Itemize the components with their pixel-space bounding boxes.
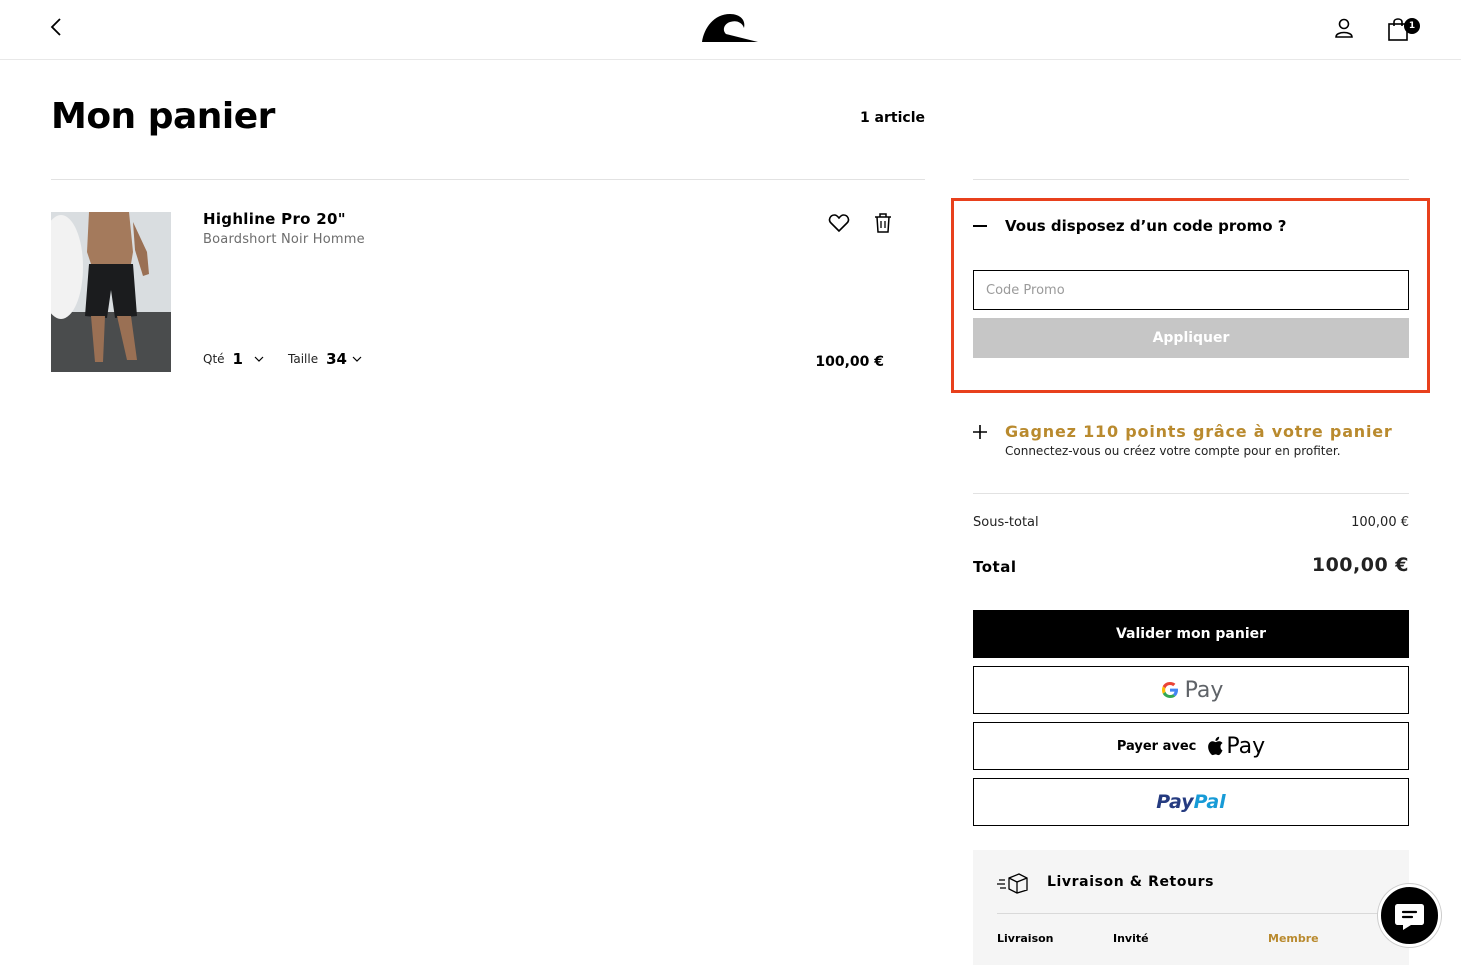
loyalty-subtitle: Connectez-vous ou créez votre compte pou…	[1005, 444, 1341, 458]
site-header: 1	[0, 0, 1461, 60]
chevron-left-icon	[50, 18, 61, 36]
delivery-box-icon	[997, 873, 1028, 894]
remove-item-button[interactable]	[872, 211, 894, 235]
promo-code-toggle[interactable]: Vous disposez d’un code promo ?	[973, 214, 1393, 238]
promo-code-input[interactable]	[973, 270, 1409, 310]
delivery-column-guest: Invité	[1113, 932, 1149, 945]
apple-pay-button[interactable]: Payer avec Pay	[973, 722, 1409, 770]
loyalty-title: Gagnez 110 points grâce à votre panier	[1005, 422, 1393, 441]
cart-button[interactable]: 1	[1386, 14, 1422, 42]
google-pay-label: Pay	[1184, 677, 1224, 703]
user-icon	[1335, 18, 1353, 38]
subtotal-value: 100,00 €	[1351, 515, 1409, 530]
heart-icon	[828, 214, 850, 233]
loyalty-points-toggle[interactable]: Gagnez 110 points grâce à votre panier C…	[973, 422, 1409, 462]
subtotal-label: Sous-total	[973, 515, 1039, 530]
quantity-value: 1	[232, 350, 243, 368]
delivery-returns-title[interactable]: Livraison & Retours	[1047, 874, 1214, 890]
total-value: 100,00 €	[1311, 554, 1409, 576]
apple-icon	[1208, 736, 1223, 756]
quantity-label: Qté	[203, 352, 225, 366]
size-label: Taille	[288, 352, 319, 366]
minus-icon	[973, 225, 987, 227]
quantity-select[interactable]: Qté 1	[203, 348, 265, 370]
chevron-down-icon	[254, 356, 264, 362]
google-pay-button[interactable]: Pay	[973, 666, 1409, 714]
size-select[interactable]: Taille 34	[288, 348, 363, 370]
page-title: Mon panier	[51, 96, 275, 137]
apple-pay-prefix: Payer avec	[1116, 738, 1197, 754]
product-price: 100,00 €	[815, 354, 884, 370]
product-name[interactable]: Highline Pro 20"	[203, 210, 346, 228]
product-description: Boardshort Noir Homme	[203, 232, 365, 247]
chevron-down-icon	[352, 356, 362, 362]
paypal-logo-pal: Pal	[1193, 791, 1226, 813]
cart-count-badge: 1	[1404, 18, 1420, 34]
total-label: Total	[973, 558, 1017, 576]
quiksilver-logo[interactable]	[700, 10, 760, 44]
delivery-column-livraison: Livraison	[997, 932, 1054, 945]
paypal-button[interactable]: Pay Pal	[973, 778, 1409, 826]
delivery-returns-section: Livraison & Retours Livraison Invité Mem…	[973, 850, 1409, 965]
apple-pay-label: Pay	[1226, 733, 1266, 759]
add-to-wishlist-button[interactable]	[827, 211, 851, 235]
apply-promo-button[interactable]: Appliquer	[973, 318, 1409, 358]
paypal-logo-pay: Pay	[1156, 791, 1194, 813]
divider	[973, 179, 1409, 180]
chat-button[interactable]	[1378, 884, 1441, 947]
google-g-icon	[1161, 682, 1178, 698]
divider	[51, 179, 925, 180]
delivery-column-member: Membre	[1268, 932, 1319, 945]
account-button[interactable]	[1332, 16, 1356, 40]
promo-title: Vous disposez d’un code promo ?	[1005, 217, 1287, 235]
item-count: 1 article	[859, 110, 925, 126]
back-button[interactable]	[44, 14, 70, 40]
chat-icon	[1395, 904, 1424, 930]
trash-icon	[875, 213, 891, 233]
plus-icon	[973, 425, 987, 439]
divider	[997, 913, 1409, 914]
product-image[interactable]	[51, 212, 171, 372]
size-value: 34	[326, 350, 347, 368]
divider	[973, 493, 1409, 494]
checkout-button[interactable]: Valider mon panier	[973, 610, 1409, 658]
